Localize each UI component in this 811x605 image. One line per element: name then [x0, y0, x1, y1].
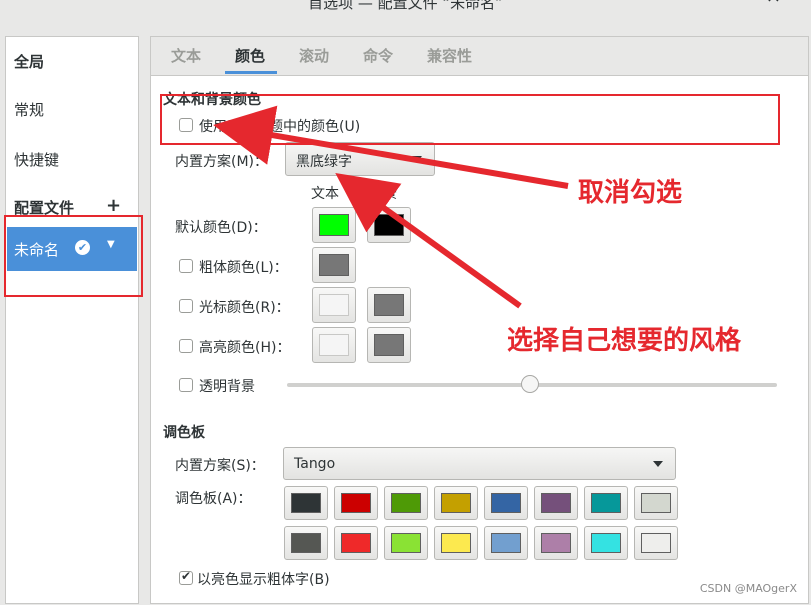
arrow-to-scheme — [335, 172, 522, 309]
watermark: CSDN @MAOgerX — [699, 582, 797, 595]
annotation-choose-style: 选择自己想要的风格 — [507, 326, 742, 356]
annotation-uncheck: 取消勾选 — [578, 178, 683, 208]
annotation-arrows — [213, 105, 569, 309]
arrow-to-checkbox — [213, 105, 569, 189]
